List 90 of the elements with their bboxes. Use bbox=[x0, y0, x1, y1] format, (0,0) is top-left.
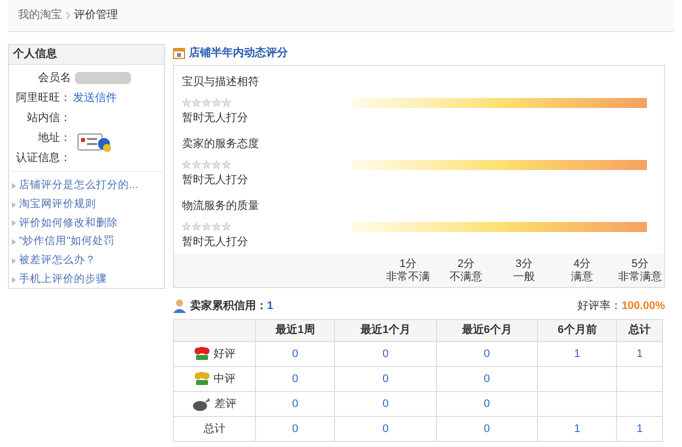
column-header: 最近6个月 bbox=[436, 320, 538, 342]
rating-note: 暂时无人打分 bbox=[182, 172, 249, 188]
calendar-icon bbox=[173, 47, 185, 59]
person-icon bbox=[173, 299, 186, 313]
row-label: 中评 bbox=[214, 372, 236, 387]
scale-score: 3分 bbox=[515, 258, 533, 270]
star-icon bbox=[192, 98, 201, 106]
table-cell: 1 bbox=[636, 348, 643, 360]
star-icon bbox=[212, 160, 221, 168]
rock-icon bbox=[192, 397, 210, 411]
field-label: 阿里旺旺： bbox=[15, 90, 71, 106]
help-link[interactable]: 被差评怎么办？ bbox=[19, 253, 96, 269]
column-header: 总计 bbox=[616, 320, 662, 342]
column-header: 最近1周 bbox=[256, 320, 335, 342]
breadcrumb-link[interactable]: 我的淘宝 bbox=[18, 7, 62, 24]
table-cell: 0 bbox=[382, 372, 389, 385]
table-cell: 0 bbox=[292, 398, 298, 410]
flower-icon bbox=[194, 347, 210, 361]
rate-value: 100.00% bbox=[622, 298, 665, 314]
bullet-icon bbox=[12, 239, 16, 246]
table-cell: 1 bbox=[636, 422, 643, 435]
rate-label: 好评率： bbox=[578, 298, 622, 314]
bullet-icon bbox=[12, 276, 16, 283]
id-card-icon bbox=[77, 132, 113, 154]
table-cell: 0 bbox=[382, 348, 389, 360]
help-link[interactable]: 淘宝网评价规则 bbox=[19, 196, 96, 212]
scale-label: 不满意 bbox=[450, 270, 482, 284]
help-link[interactable]: "炒作信用"如何处罚 bbox=[19, 234, 114, 250]
star-icon bbox=[202, 98, 211, 106]
field-label: 认证信息： bbox=[15, 150, 71, 166]
section-title: 店铺半年内动态评分 bbox=[189, 46, 288, 61]
help-link[interactable]: 店铺评分是怎么打分的... bbox=[19, 178, 138, 194]
column-header: 6个月前 bbox=[537, 320, 617, 342]
help-link[interactable]: 评价如何修改和删除 bbox=[19, 216, 118, 232]
scale-label: 非常满意 bbox=[618, 270, 662, 284]
star-icon bbox=[202, 222, 211, 230]
star-icon bbox=[192, 160, 201, 168]
table-cell: 0 bbox=[484, 422, 490, 435]
star-icon bbox=[192, 222, 201, 230]
table-cell: 0 bbox=[382, 398, 389, 410]
star-icon bbox=[222, 160, 231, 168]
star-icon bbox=[222, 222, 231, 230]
table-cell: 0 bbox=[382, 422, 389, 435]
table-cell: 0 bbox=[484, 398, 490, 410]
scale-label: 一般 bbox=[513, 270, 535, 284]
credit-value: 1 bbox=[267, 298, 274, 314]
table-cell: 1 bbox=[574, 422, 580, 435]
row-label: 差评 bbox=[214, 396, 236, 412]
bullet-icon bbox=[12, 258, 16, 264]
table-cell: 0 bbox=[292, 372, 298, 385]
star-icon bbox=[222, 98, 231, 106]
table-cell: 1 bbox=[574, 348, 580, 360]
bullet-icon bbox=[12, 202, 16, 208]
star-icon bbox=[202, 160, 211, 168]
field-label: 站内信： bbox=[26, 110, 71, 126]
star-icon bbox=[212, 222, 221, 230]
flower-icon bbox=[194, 372, 210, 386]
bullet-icon bbox=[12, 220, 16, 226]
scale-label: 满意 bbox=[571, 270, 593, 284]
blurred-name bbox=[75, 72, 131, 84]
rating-name: 物流服务的质量 bbox=[182, 198, 260, 214]
scale-score: 1分 bbox=[399, 258, 417, 270]
scale-score: 4分 bbox=[573, 258, 591, 270]
table-cell: 0 bbox=[484, 348, 490, 360]
send-mail-link[interactable]: 发送信件 bbox=[73, 90, 117, 106]
chevron-icon bbox=[66, 12, 70, 19]
row-label: 好评 bbox=[214, 346, 236, 362]
breadcrumb-link[interactable]: 评价管理 bbox=[74, 7, 118, 24]
rating-name: 宝贝与描述相符 bbox=[182, 74, 260, 90]
field-label: 地址： bbox=[37, 130, 71, 146]
table-cell: 0 bbox=[292, 348, 298, 360]
credit-label: 卖家累积信用： bbox=[190, 298, 267, 314]
help-link[interactable]: 手机上评价的步骤 bbox=[19, 272, 107, 288]
bullet-icon bbox=[12, 182, 16, 189]
scale-score: 5分 bbox=[631, 258, 649, 270]
scale-score: 2分 bbox=[457, 258, 475, 270]
rating-note: 暂时无人打分 bbox=[182, 234, 249, 250]
rating-name: 卖家的服务态度 bbox=[182, 136, 260, 152]
panel-title: 个人信息 bbox=[9, 45, 164, 65]
star-icon bbox=[182, 98, 191, 106]
star-icon bbox=[182, 160, 191, 168]
star-icon bbox=[212, 98, 221, 106]
scale-label: 非常不满 bbox=[386, 270, 430, 284]
column-header: 最近1个月 bbox=[334, 320, 436, 342]
table-cell: 0 bbox=[484, 372, 490, 385]
row-label: 总计 bbox=[204, 422, 226, 437]
table-cell: 0 bbox=[292, 422, 298, 435]
star-icon bbox=[182, 222, 191, 230]
field-label: 会员名 bbox=[37, 70, 71, 86]
rating-note: 暂时无人打分 bbox=[182, 110, 249, 126]
